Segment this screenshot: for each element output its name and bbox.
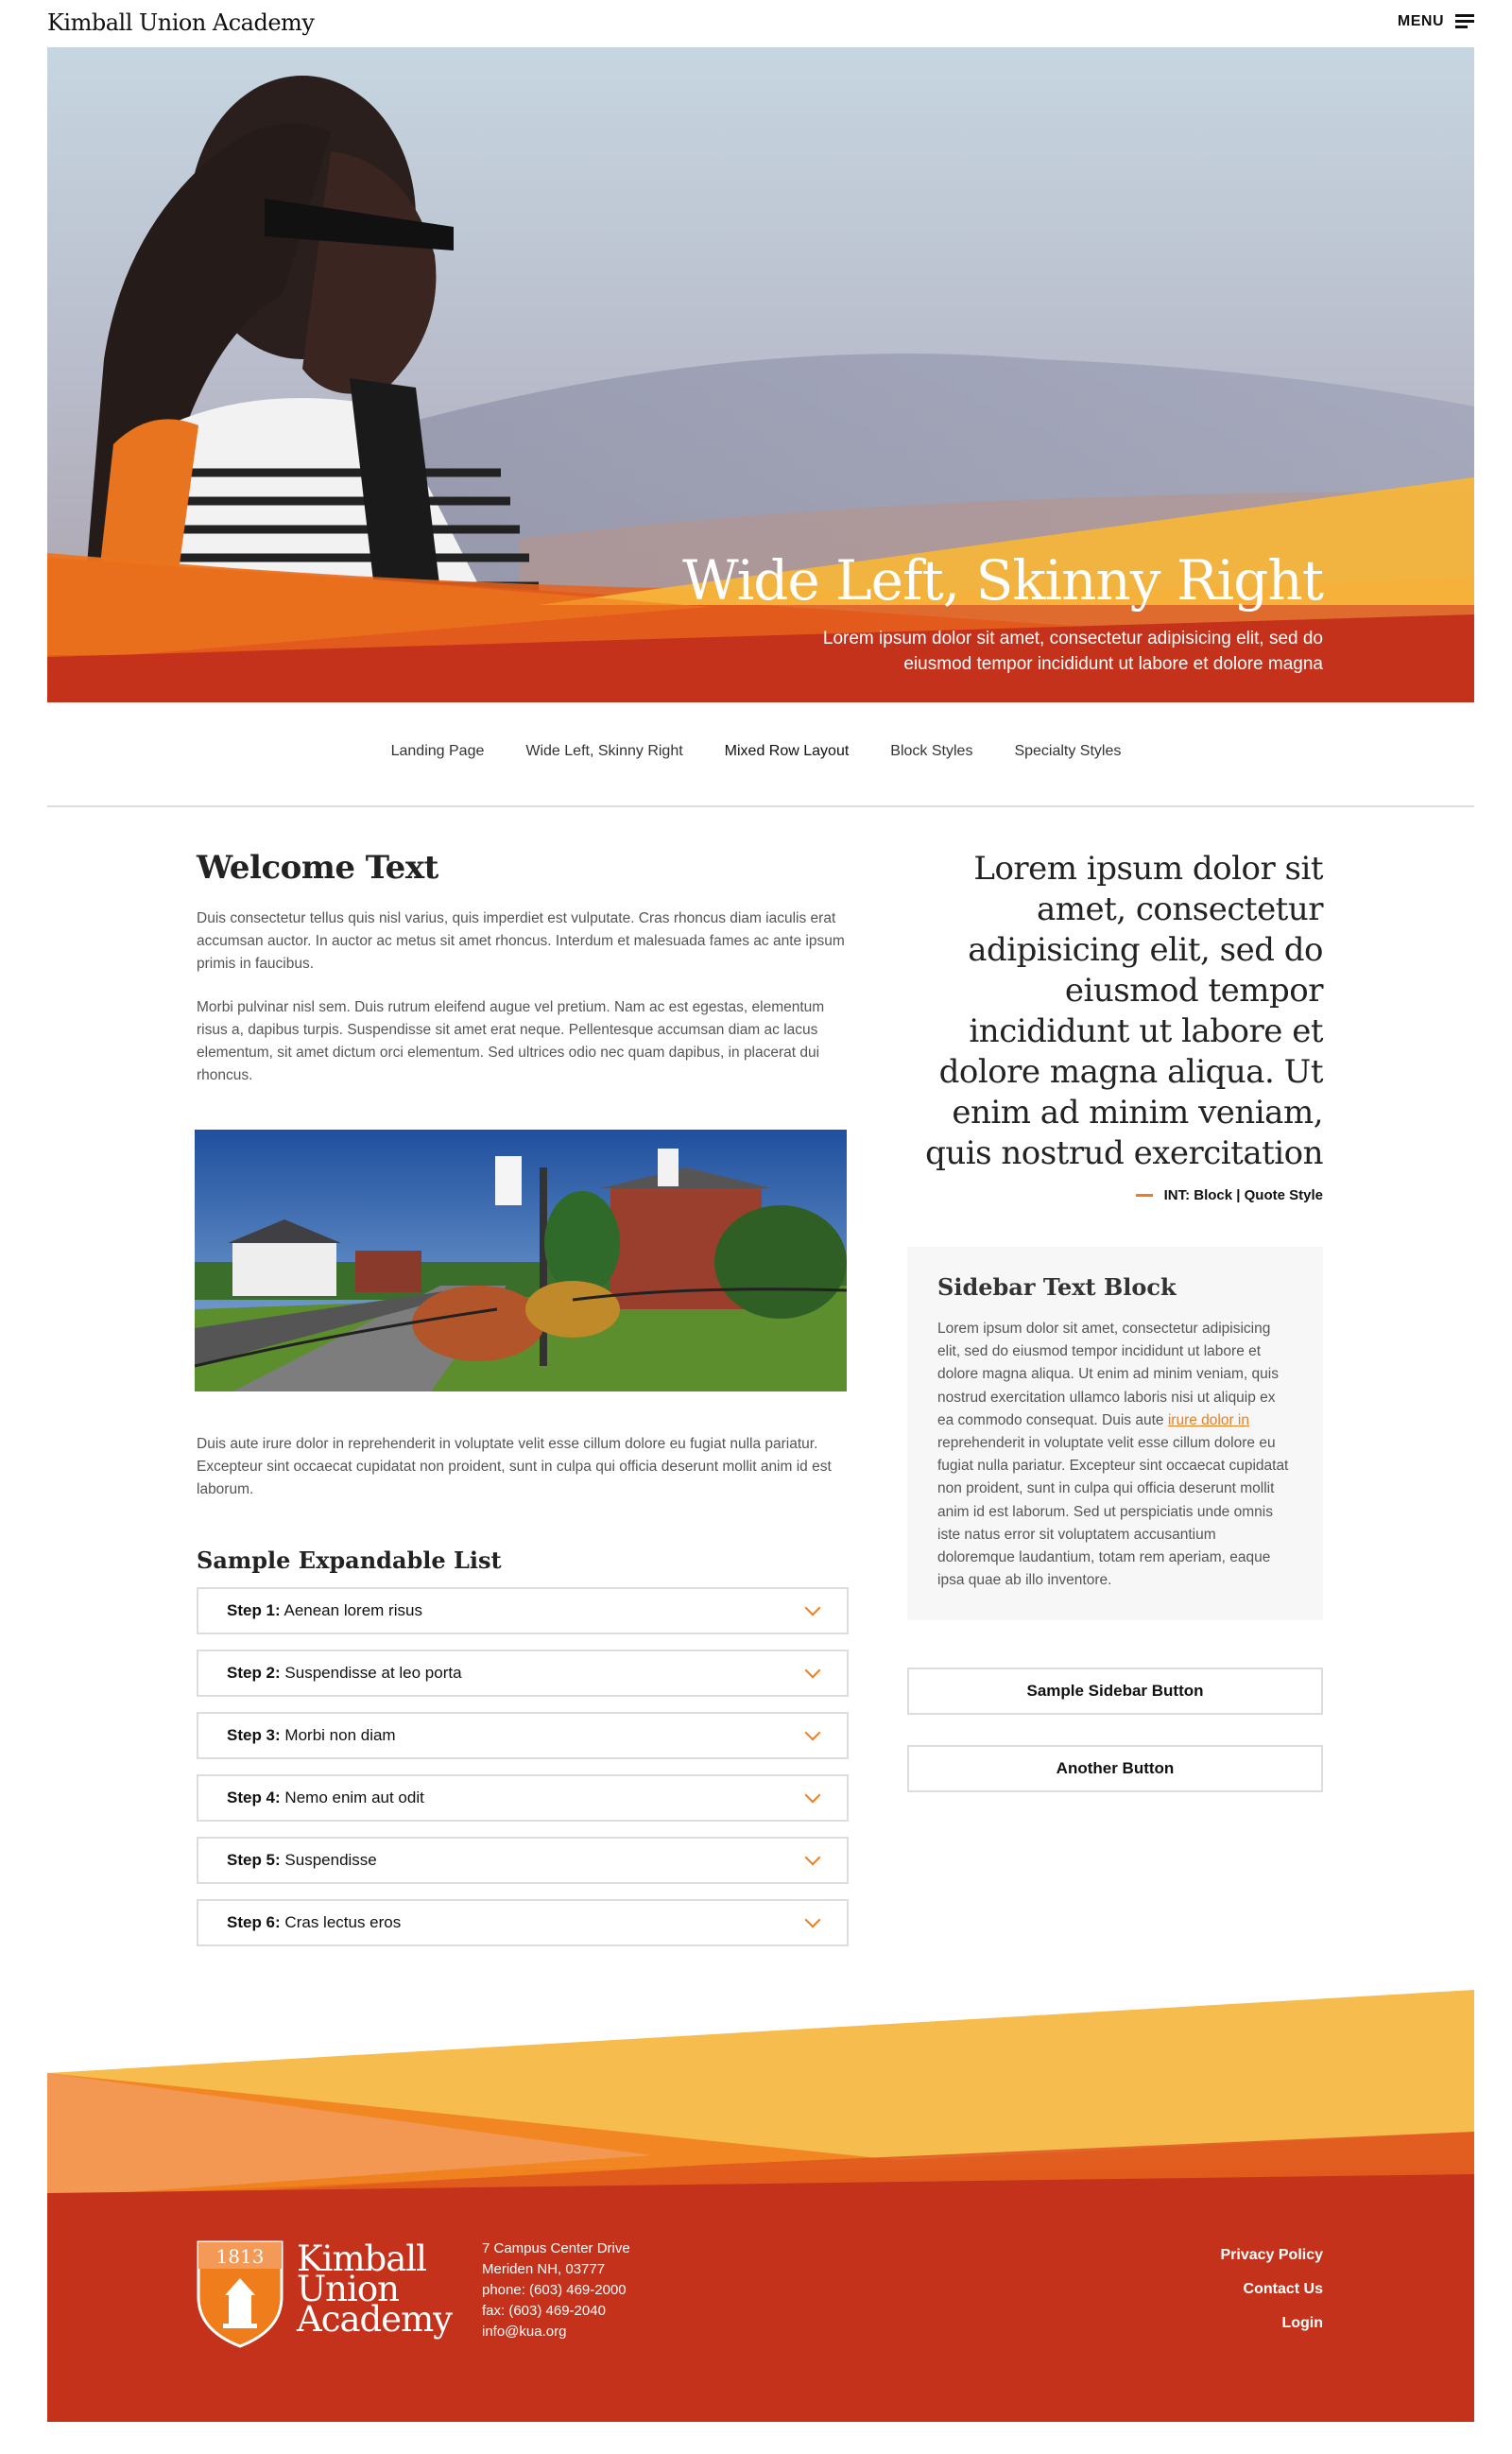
expandable-list-title: Sample Expandable List [197, 1547, 502, 1574]
address-fax: fax: (603) 469-2040 [482, 2303, 606, 2319]
chevron-down-icon [804, 1662, 821, 1679]
sidebar-block-text: Lorem ipsum dolor sit amet, consectetur … [937, 1321, 1289, 1589]
accordion-item-step-3[interactable]: Step 3: Morbi non diam [197, 1712, 849, 1759]
body-paragraph-3: Duis aute irure dolor in reprehenderit i… [197, 1436, 832, 1497]
tab-label: Block Styles [890, 743, 973, 759]
sidebar: Lorem ipsum dolor sit amet, consectetur … [907, 849, 1324, 1793]
quote-attribution-text: INT: Block | Quote Style [1163, 1187, 1323, 1203]
inline-link[interactable]: irure dolor in [1168, 1412, 1249, 1428]
hero-subtitle: Lorem ipsum dolor sit amet, consectetur … [822, 629, 1323, 674]
tab-label: Mixed Row Layout [724, 743, 850, 759]
hamburger-icon [1455, 14, 1474, 29]
accordion-label: Step 5: Suspendisse [227, 1851, 377, 1869]
accordion-label: Step 4: Nemo enim aut odit [227, 1789, 424, 1806]
site-footer: 1813 Kimball Union Academy 7 Campus Cent… [47, 1990, 1474, 2422]
campus-photo [195, 1130, 847, 1391]
tab-specialty-styles[interactable]: Specialty Styles [993, 737, 1142, 766]
footer-background [47, 1990, 1474, 2422]
dash-icon [1135, 1194, 1153, 1197]
svg-text:1813: 1813 [216, 2245, 265, 2268]
site-logo[interactable]: Kimball Union Academy [47, 9, 315, 36]
another-button[interactable]: Another Button [907, 1745, 1323, 1793]
contact-us-link[interactable]: Contact Us [1220, 2273, 1323, 2307]
tab-wide-left-skinny-right[interactable]: Wide Left, Skinny Right [505, 737, 703, 766]
tab-label: Wide Left, Skinny Right [525, 743, 683, 759]
login-link[interactable]: Login [1220, 2307, 1323, 2341]
address-city: Meriden NH, 03777 [482, 2261, 606, 2277]
tab-mixed-row-layout[interactable]: Mixed Row Layout [704, 737, 870, 766]
tab-landing-page[interactable]: Landing Page [370, 737, 506, 766]
sample-sidebar-button[interactable]: Sample Sidebar Button [907, 1668, 1323, 1716]
pull-quote: Lorem ipsum dolor sit amet, consectetur … [925, 850, 1323, 1172]
chevron-down-icon [804, 1599, 821, 1616]
accordion-label: Step 3: Morbi non diam [227, 1726, 396, 1744]
site-header: Kimball Union Academy MENU [0, 0, 1512, 47]
accordion-label: Step 2: Suspendisse at leo porta [227, 1664, 462, 1682]
crest-icon: 1813 [197, 2240, 284, 2348]
chevron-down-icon [804, 1911, 821, 1928]
privacy-policy-link[interactable]: Privacy Policy [1220, 2238, 1323, 2273]
footer-wordmark: Kimball Union Academy [297, 2238, 453, 2340]
welcome-paragraph-2: Morbi pulvinar nisl sem. Duis rutrum ele… [197, 999, 825, 1083]
accordion-item-step-1[interactable]: Step 1: Aenean lorem risus [197, 1587, 849, 1634]
chevron-down-icon [804, 1787, 821, 1804]
footer-address: 7 Campus Center Drive Meriden NH, 03777 … [482, 2238, 630, 2342]
accordion-label: Step 6: Cras lectus eros [227, 1913, 402, 1931]
footer-links: Privacy Policy Contact Us Login [1220, 2238, 1323, 2341]
accordion-item-step-5[interactable]: Step 5: Suspendisse [197, 1837, 849, 1884]
section-tabs: Landing Page Wide Left, Skinny Right Mix… [0, 737, 1512, 766]
welcome-title: Welcome Text [197, 849, 438, 887]
quote-attribution: INT: Block | Quote Style [907, 1187, 1323, 1203]
section-divider [47, 805, 1474, 807]
tab-label: Specialty Styles [1014, 743, 1122, 759]
menu-label: MENU [1397, 13, 1444, 29]
expandable-list: Step 1: Aenean lorem risus Step 2: Suspe… [197, 1587, 849, 1946]
chevron-down-icon [804, 1849, 821, 1866]
main-column: Welcome Text Duis consectetur tellus qui… [195, 849, 849, 1961]
accordion-item-step-6[interactable]: Step 6: Cras lectus eros [197, 1899, 849, 1946]
footer-logo[interactable]: 1813 Kimball Union Academy [197, 2238, 453, 2348]
accordion-label: Step 1: Aenean lorem risus [227, 1601, 422, 1619]
address-phone[interactable]: phone: (603) 469-2000 [482, 2280, 630, 2301]
hero-banner: Wide Left, Skinny Right Lorem ipsum dolo… [47, 47, 1474, 702]
tab-label: Landing Page [390, 743, 485, 759]
menu-button[interactable]: MENU [1398, 13, 1474, 30]
tab-block-styles[interactable]: Block Styles [869, 737, 993, 766]
hero-title: Wide Left, Skinny Right [682, 548, 1324, 613]
sidebar-block-title: Sidebar Text Block [937, 1273, 1177, 1301]
address-street: 7 Campus Center Drive [482, 2240, 630, 2256]
accordion-item-step-2[interactable]: Step 2: Suspendisse at leo porta [197, 1650, 849, 1697]
welcome-paragraph-1: Duis consectetur tellus quis nisl varius… [197, 910, 845, 972]
chevron-down-icon [804, 1724, 821, 1741]
accordion-item-step-4[interactable]: Step 4: Nemo enim aut odit [197, 1774, 849, 1822]
sidebar-text-block: Sidebar Text Block Lorem ipsum dolor sit… [907, 1247, 1323, 1621]
address-email[interactable]: info@kua.org [482, 2322, 630, 2342]
